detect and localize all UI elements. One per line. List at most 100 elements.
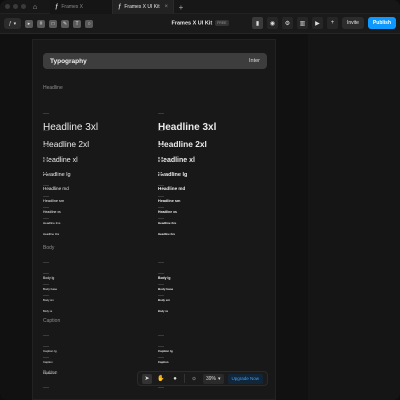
specimen-caption-line [158, 113, 164, 114]
window-controls [5, 4, 26, 9]
hand-icon[interactable]: ✋ [156, 374, 166, 384]
specimen-caption-line [158, 185, 164, 186]
present-icon[interactable]: ▶ [311, 17, 323, 29]
specimen-caption-line [158, 159, 164, 160]
avatar[interactable]: ▮ [251, 17, 263, 29]
tab-label: Frames X [61, 4, 84, 10]
section-title: Body [43, 245, 55, 251]
specimen-caption-line [43, 218, 49, 219]
tab-frames-x-ui-kit[interactable]: ƒ Frames X UI Kit × [112, 0, 174, 14]
document-title-text: Frames X UI Kit [171, 20, 213, 27]
settings-icon[interactable]: ⚙ [281, 17, 293, 29]
type-specimen-bold: Button lg [158, 387, 171, 399]
maximize-window-button[interactable] [21, 4, 26, 9]
specimen-caption-line [158, 130, 164, 131]
specimen-text: Headline 3xs [43, 232, 60, 236]
chevron-down-icon: ▾ [218, 375, 221, 382]
specimen-caption-line [158, 173, 164, 174]
app-window: ⌂ ƒ Frames X ƒ Frames X UI Kit × + ƒ ▾ ▸… [0, 0, 400, 400]
section-title: Caption [43, 318, 61, 324]
specimen-caption-line [43, 113, 49, 114]
specimen-caption-line [158, 273, 164, 274]
multiplayer-icon[interactable]: ◉ [266, 17, 278, 29]
specimen-caption-line [43, 145, 49, 146]
publish-button[interactable]: Publish [367, 17, 396, 29]
specimen-caption-line [43, 196, 49, 197]
specimen-caption-line [158, 387, 164, 388]
comment-icon[interactable]: ● [170, 374, 180, 384]
move-tool-icon[interactable]: ▸ [25, 19, 33, 28]
typography-title: Typography [50, 57, 87, 65]
specimen-caption-line [158, 284, 164, 285]
specimen-caption-line [158, 346, 164, 347]
tab-frames-x[interactable]: ƒ Frames X [50, 0, 112, 14]
zoom-select[interactable]: 39% ▾ [203, 373, 224, 384]
close-tab-icon[interactable]: × [164, 4, 168, 10]
specimen-caption-line [43, 357, 49, 358]
type-specimen-regular: Headline 3xl [43, 113, 99, 135]
specimen-text: Headline 2xl [158, 139, 207, 149]
upgrade-button[interactable]: Upgrade Now [227, 373, 264, 384]
typography-artboard[interactable]: Typography Inter Headline Headline 3xl Hea… [32, 39, 276, 400]
bottom-toolbar: ➤ ✋ ● ☼ 39% ▾ Upgrade Now [137, 371, 269, 386]
specimen-caption-line [43, 159, 49, 160]
type-specimen-regular: Button lg [43, 387, 55, 399]
specimen-caption-line [43, 346, 49, 347]
frame-tool-icon[interactable]: # [37, 19, 45, 28]
toolbar-left: ƒ ▾ ▸ # □ ✎ T ○ [4, 18, 93, 29]
figma-logo-icon: ƒ [8, 20, 12, 27]
font-name: Inter [248, 58, 260, 64]
type-specimen-bold: Headline 3xs [158, 218, 176, 240]
specimen-text: Headline 2xl [43, 139, 90, 149]
cursor-icon[interactable]: ➤ [142, 373, 152, 384]
theme-icon[interactable]: ☼ [189, 374, 199, 384]
text-tool-icon[interactable]: T [73, 19, 81, 28]
specimen-caption-line [43, 335, 49, 336]
main-menu-button[interactable]: ƒ ▾ [4, 18, 21, 29]
zoom-value: 39% [206, 375, 217, 382]
tab-label: Frames X UI Kit [124, 4, 160, 10]
toolbar-right: ▮ ◉ ⚙ ▥ ▶ + Invite Publish [251, 17, 396, 29]
home-icon[interactable]: ⌂ [28, 0, 42, 14]
tab-bar: ⌂ ƒ Frames X ƒ Frames X UI Kit × + [0, 0, 400, 14]
divider [184, 374, 185, 383]
specimen-caption-line [43, 185, 49, 186]
plan-badge: FREE [215, 20, 229, 26]
specimen-caption-line [158, 357, 164, 358]
specimen-text: Body xs [158, 310, 169, 313]
specimen-caption-line [158, 145, 164, 146]
figma-logo-icon: ƒ [118, 4, 122, 10]
specimen-caption-line [43, 295, 49, 296]
new-tab-button[interactable]: + [176, 0, 186, 14]
pen-tool-icon[interactable]: ✎ [61, 19, 69, 28]
type-specimen-bold: Headline 3xl [158, 113, 216, 135]
specimen-caption-line [158, 335, 164, 336]
comment-tool-icon[interactable]: ○ [85, 19, 93, 28]
specimen-caption-line [158, 262, 164, 263]
specimen-caption-line [158, 207, 164, 208]
type-specimen-regular: Body xs [43, 295, 53, 317]
specimen-caption-line [43, 207, 49, 208]
minimize-window-button[interactable] [13, 4, 18, 9]
canvas-side-area [308, 34, 400, 400]
add-icon[interactable]: + [326, 17, 338, 29]
invite-button[interactable]: Invite [341, 17, 364, 29]
section-title: Headline [43, 85, 63, 91]
specimen-caption-line [158, 295, 164, 296]
type-specimen-regular: Headline 3xs [43, 218, 60, 240]
figma-logo-icon: ƒ [55, 4, 59, 10]
specimen-caption-line [43, 284, 49, 285]
typography-header: Typography Inter [43, 53, 267, 69]
close-window-button[interactable] [5, 4, 10, 9]
toolbar: ƒ ▾ ▸ # □ ✎ T ○ Frames X UI Kit FREE ▮ ◉ … [0, 14, 400, 34]
chart-icon[interactable]: ▥ [296, 17, 308, 29]
specimen-caption-line [43, 173, 49, 174]
shape-tool-icon[interactable]: □ [49, 19, 57, 28]
specimen-caption-line [43, 387, 49, 388]
section-title: Button [43, 370, 58, 376]
specimen-text: Headline 3xl [43, 122, 99, 133]
canvas[interactable]: Typography Inter Headline Headline 3xl Hea… [0, 34, 400, 400]
specimen-text: Body xs [43, 310, 53, 313]
specimen-text: Headline 3xs [158, 232, 176, 236]
specimen-caption-line [43, 130, 49, 131]
